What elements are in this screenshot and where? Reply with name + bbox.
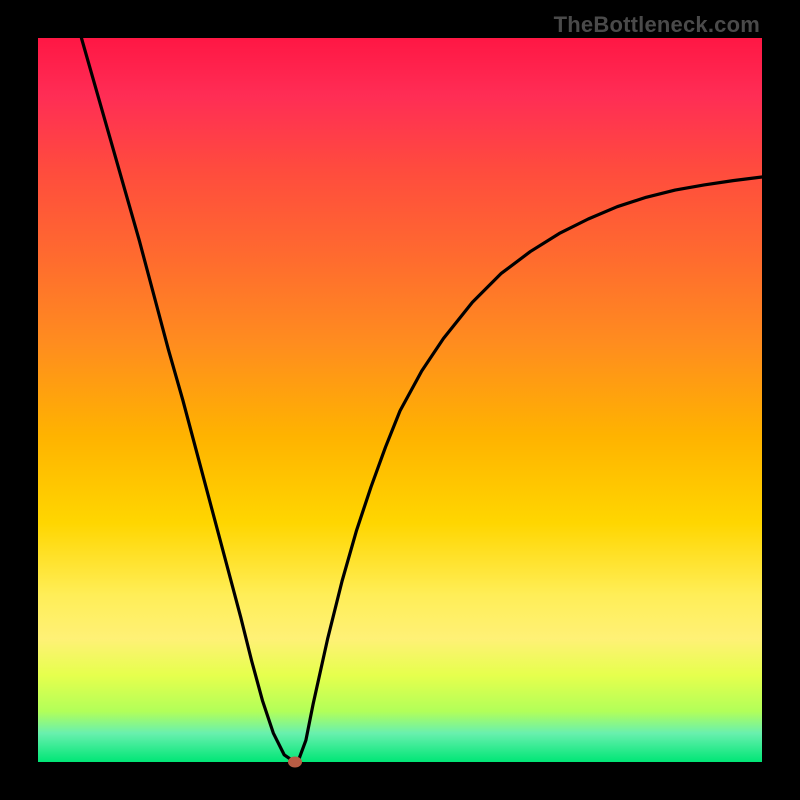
watermark-text: TheBottleneck.com	[554, 12, 760, 38]
bottleneck-curve	[38, 38, 762, 762]
chart-frame: TheBottleneck.com	[0, 0, 800, 800]
min-marker	[288, 757, 302, 768]
